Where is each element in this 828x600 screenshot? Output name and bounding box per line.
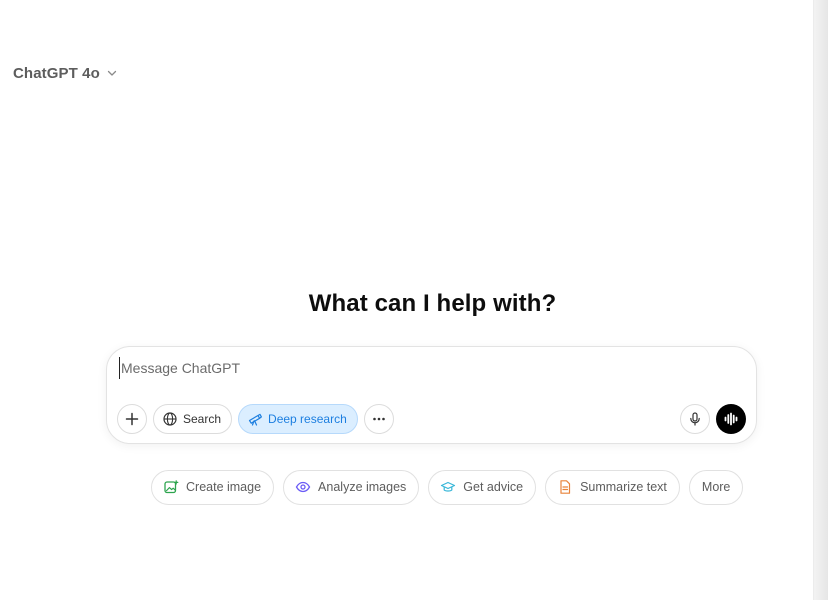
- audio-waveform-icon: [723, 411, 739, 427]
- plus-icon: [124, 411, 140, 427]
- suggestion-chips: Create image Analyze images Get advice S…: [151, 469, 744, 505]
- chevron-down-icon: [106, 67, 118, 79]
- telescope-icon: [247, 411, 263, 427]
- suggestion-analyze-images[interactable]: Analyze images: [283, 469, 420, 505]
- chatgpt-home: ChatGPT 4o What can I help with? Message…: [0, 0, 828, 600]
- suggestion-label: Create image: [186, 480, 262, 494]
- deep-research-button[interactable]: Deep research: [238, 404, 358, 434]
- dictate-button[interactable]: [680, 404, 710, 434]
- suggestion-label: Summarize text: [580, 480, 667, 494]
- microphone-icon: [687, 411, 703, 427]
- suggestion-label: Get advice: [463, 480, 524, 494]
- page-title: What can I help with?: [308, 290, 557, 317]
- composer-tools: Search Deep research: [117, 403, 394, 435]
- deep-research-label: Deep research: [268, 412, 347, 426]
- eye-icon: [295, 479, 311, 495]
- suggestion-summarize-text[interactable]: Summarize text: [545, 469, 680, 505]
- globe-icon: [162, 411, 178, 427]
- attach-button[interactable]: [117, 404, 147, 434]
- suggestion-label: More: [701, 480, 731, 494]
- composer-right-tools: [680, 403, 746, 435]
- ellipsis-icon: [371, 411, 387, 427]
- model-name: ChatGPT 4o: [13, 64, 100, 82]
- message-composer: Search Deep research: [106, 346, 757, 444]
- model-selector[interactable]: ChatGPT 4o: [13, 60, 118, 86]
- suggestion-label: Analyze images: [318, 480, 407, 494]
- more-tools-button[interactable]: [363, 404, 394, 434]
- suggestion-more[interactable]: More: [688, 469, 744, 505]
- graduation-cap-icon: [440, 479, 456, 495]
- search-button-label: Search: [183, 412, 222, 426]
- document-icon: [557, 479, 573, 495]
- image-create-icon: [163, 479, 179, 495]
- suggestion-create-image[interactable]: Create image: [151, 469, 275, 505]
- suggestion-get-advice[interactable]: Get advice: [428, 469, 537, 505]
- voice-mode-button[interactable]: [716, 404, 746, 434]
- search-button[interactable]: Search: [153, 404, 233, 434]
- message-input[interactable]: [119, 357, 741, 379]
